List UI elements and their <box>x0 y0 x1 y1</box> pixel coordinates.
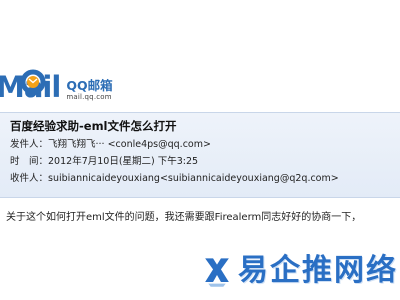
logo-product-name: QQ邮箱 <box>66 78 113 93</box>
email-subject: 百度经验求助-eml文件怎么打开 <box>10 119 177 133</box>
logo-side: QQ邮箱 mail.qq.com <box>66 79 112 104</box>
site-watermark: 易企推网络 <box>202 246 398 296</box>
time-label: 时 间： <box>10 156 49 167</box>
to-value[interactable]: suibiannicaideyouxiang<suibiannicaideyou… <box>48 173 339 184</box>
qq-mail-logo: Mail QQ邮箱 mail.qq.com <box>0 69 113 104</box>
email-from-row: 发件人：飞翔飞翔飞··· <conle4ps@qq.com> <box>10 139 211 151</box>
logo-envelope-o-icon <box>20 69 46 95</box>
screenshot-stage: Mail QQ邮箱 mail.qq.com 百度经验求助-eml文件怎么打开 发… <box>0 0 400 300</box>
email-body: 关于这个如何打开eml文件的问题，我还需要跟Firealerm同志好好的协商一下… <box>6 212 362 223</box>
to-label: 收件人： <box>10 173 49 184</box>
logo-domain: mail.qq.com <box>66 93 112 101</box>
watermark-text: 易企推网络 <box>238 253 398 288</box>
email-to-row: 收件人：suibiannicaideyouxiang<suibiannicaid… <box>10 173 339 185</box>
from-label: 发件人： <box>10 139 49 150</box>
email-time-row: 时 间：2012年7月10日(星期二) 下午3:25 <box>10 156 198 168</box>
from-value[interactable]: 飞翔飞翔飞··· <conle4ps@qq.com> <box>48 139 211 150</box>
time-value: 2012年7月10日(星期二) 下午3:25 <box>48 156 199 167</box>
logo-wordmark: Mail <box>0 69 61 104</box>
watermark-logo-icon <box>205 258 229 287</box>
